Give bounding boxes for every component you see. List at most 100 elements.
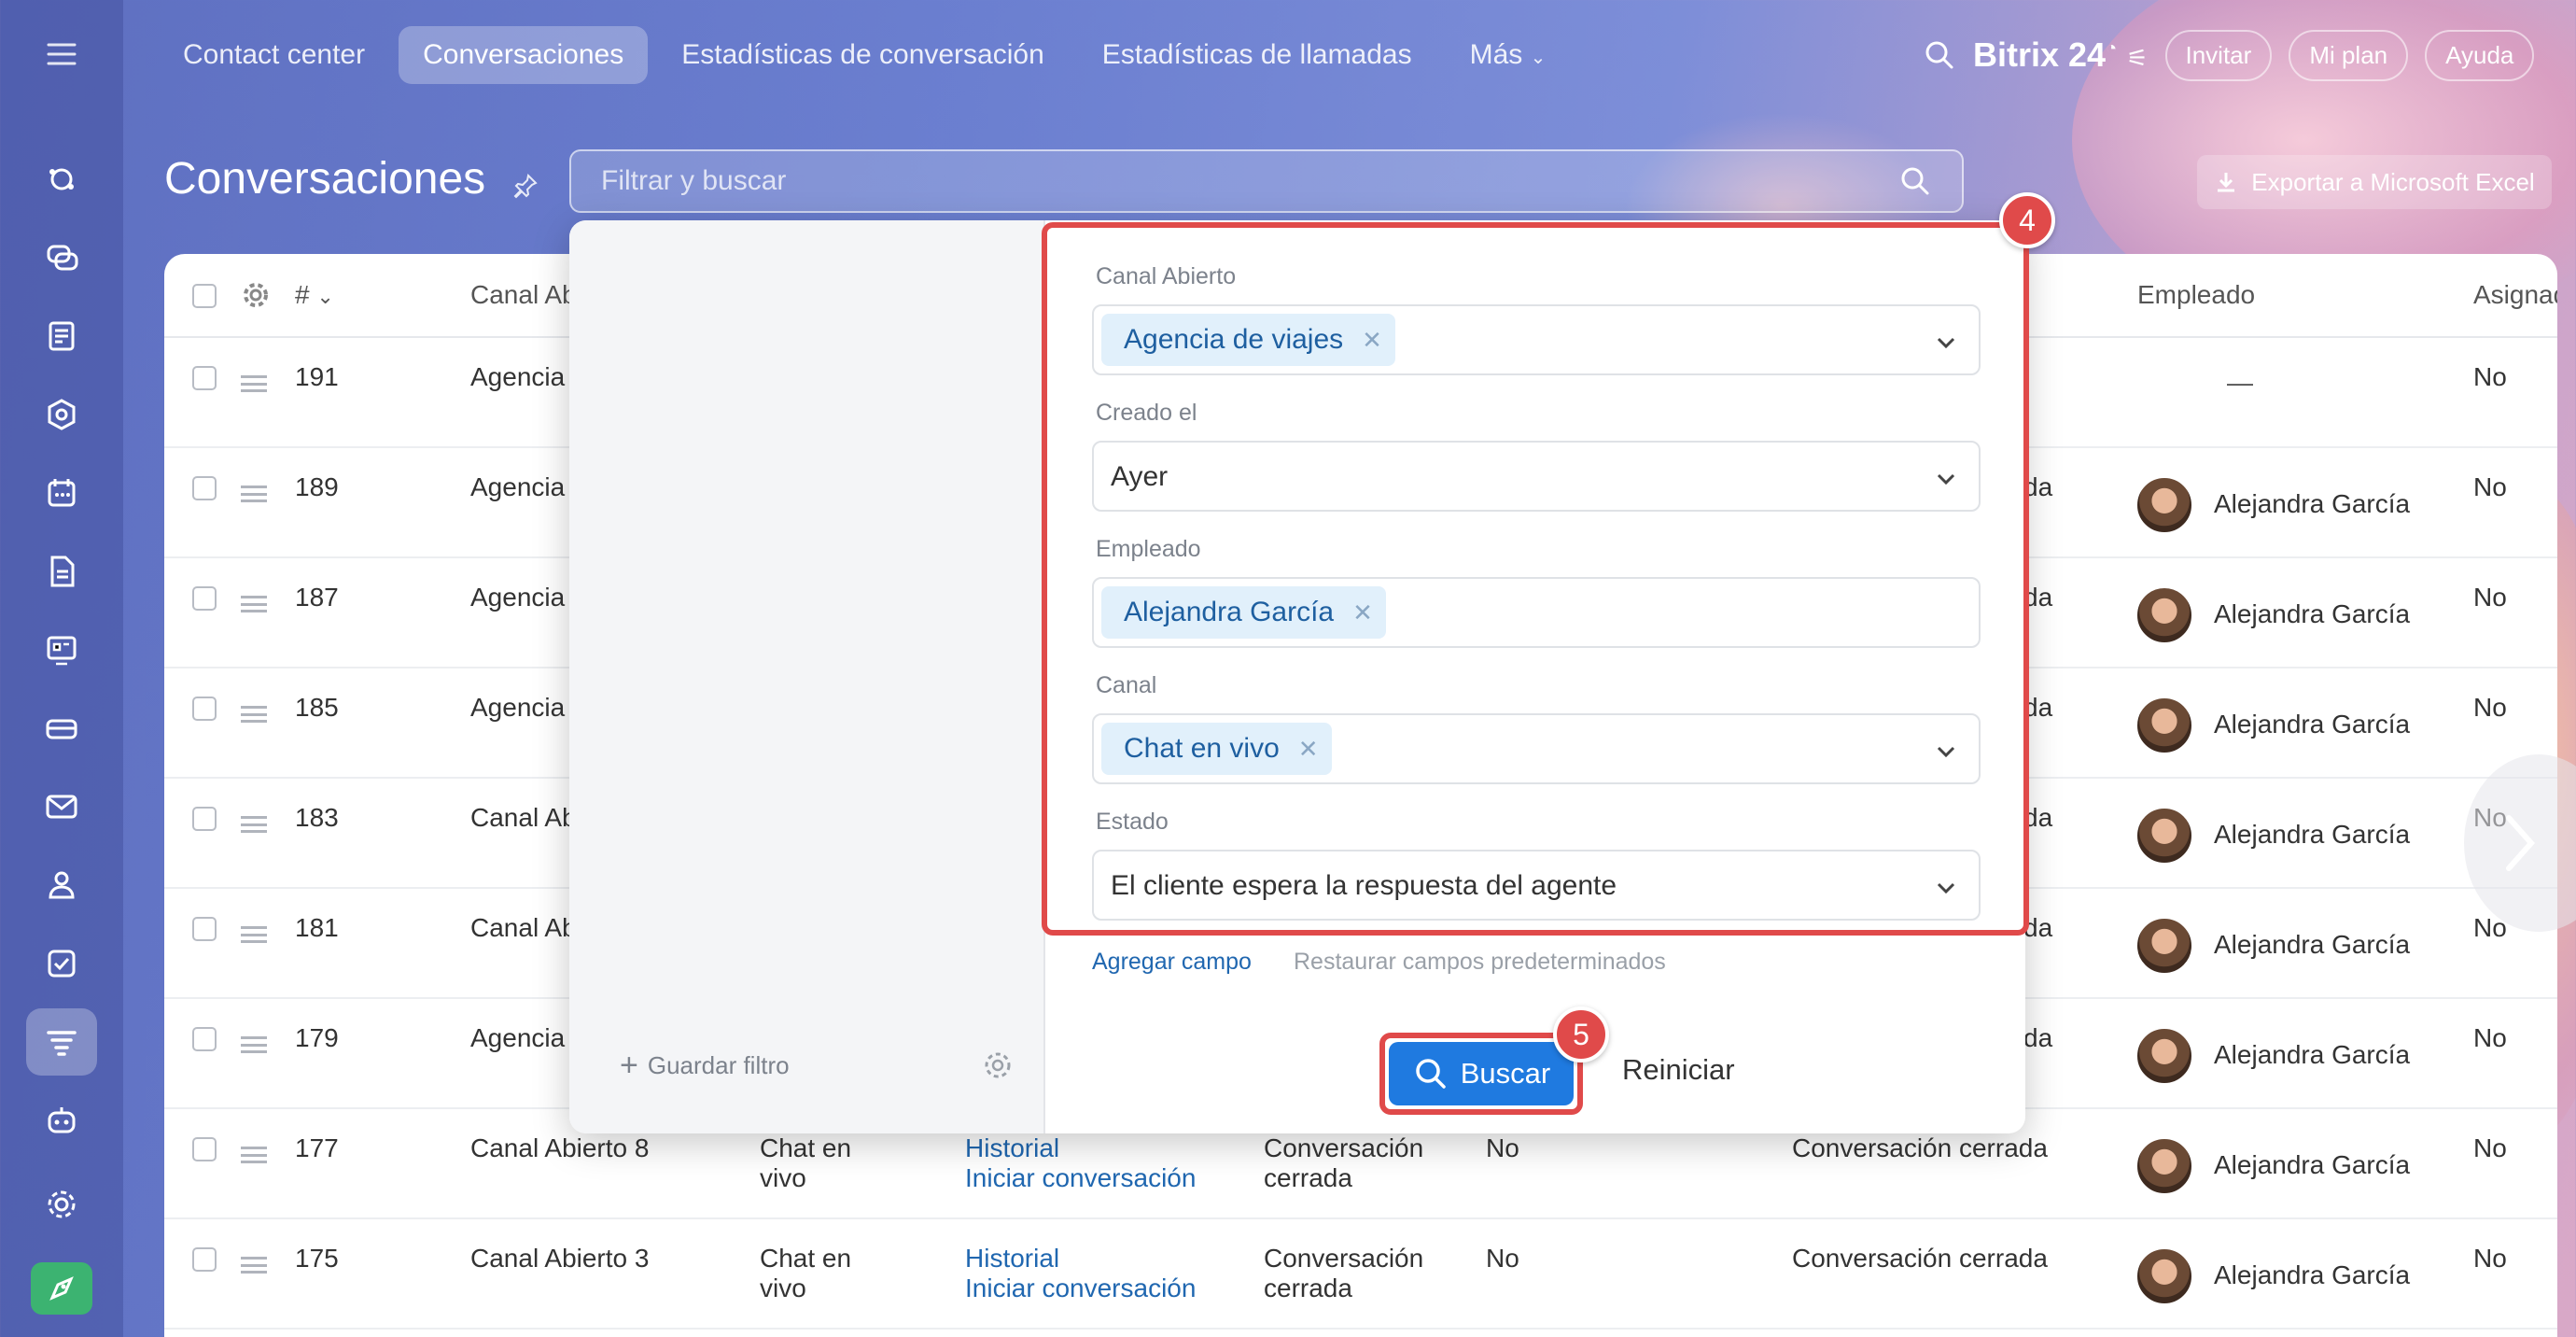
row-checkbox[interactable] xyxy=(192,1027,217,1051)
pin-icon[interactable] xyxy=(511,172,539,200)
nav-contact-center[interactable]: Contact center xyxy=(159,26,389,84)
row-checkbox[interactable] xyxy=(192,917,217,941)
tag-employee[interactable]: Alejandra García ✕ xyxy=(1101,586,1386,639)
select-all-checkbox[interactable] xyxy=(192,284,217,308)
close-icon[interactable]: ✕ xyxy=(1352,598,1373,627)
avatar[interactable] xyxy=(2135,917,2193,975)
close-icon[interactable]: ✕ xyxy=(1298,735,1319,764)
column-assigned[interactable]: Asignado xyxy=(2473,280,2557,310)
search-icon[interactable] xyxy=(1923,38,1956,72)
nav-estadisticas-llamadas[interactable]: Estadísticas de llamadas xyxy=(1078,26,1436,84)
search-button[interactable]: Buscar xyxy=(1389,1042,1574,1105)
avatar[interactable] xyxy=(2135,1137,2193,1195)
drag-handle-icon[interactable] xyxy=(241,926,267,943)
chevron-down-icon[interactable] xyxy=(1934,331,1958,355)
nav-mas[interactable]: Más ⌄ xyxy=(1446,26,1571,84)
close-icon[interactable]: ✕ xyxy=(1362,326,1382,355)
sliders-icon: ⚟ xyxy=(2126,44,2149,72)
document-icon[interactable] xyxy=(26,538,97,605)
chevron-down-icon[interactable] xyxy=(1934,876,1958,900)
clock-icon: ◔ xyxy=(2106,38,2118,59)
crm-icon[interactable] xyxy=(26,381,97,448)
row-employee[interactable]: Alejandra García xyxy=(2214,710,2410,739)
employee-field[interactable]: Alejandra García ✕ xyxy=(1092,577,1981,648)
menu-icon[interactable] xyxy=(26,21,97,88)
search-input[interactable] xyxy=(601,165,1898,197)
save-filter-button[interactable]: + Guardar filtro xyxy=(620,1048,790,1084)
row-checkbox[interactable] xyxy=(192,1247,217,1272)
reset-button[interactable]: Reiniciar xyxy=(1622,1053,1735,1087)
employees-icon[interactable] xyxy=(26,851,97,919)
row-checkbox[interactable] xyxy=(192,697,217,721)
row-employee[interactable]: Alejandra García xyxy=(2214,1040,2410,1070)
nav-conversaciones[interactable]: Conversaciones xyxy=(399,26,649,84)
open-channel-field[interactable]: Agencia de viajes ✕ xyxy=(1092,304,1981,375)
feed-icon[interactable] xyxy=(26,303,97,370)
gear-icon[interactable] xyxy=(241,280,271,310)
drive-icon[interactable] xyxy=(26,695,97,762)
history-link[interactable]: Historial xyxy=(965,1133,1059,1163)
tag-channel[interactable]: Chat en vivo ✕ xyxy=(1101,723,1332,775)
add-field-link[interactable]: Agregar campo xyxy=(1092,949,1252,976)
row-id: 187 xyxy=(295,583,339,612)
channel-field[interactable]: Chat en vivo ✕ xyxy=(1092,713,1981,784)
row-employee[interactable]: Alejandra García xyxy=(2214,930,2410,960)
drag-handle-icon[interactable] xyxy=(241,1257,267,1274)
row-employee[interactable]: Alejandra García xyxy=(2214,599,2410,629)
drag-handle-icon[interactable] xyxy=(241,486,267,502)
avatar[interactable] xyxy=(2135,586,2193,644)
drag-handle-icon[interactable] xyxy=(241,816,267,833)
sites-icon[interactable] xyxy=(26,616,97,683)
drag-handle-icon[interactable] xyxy=(241,1036,267,1053)
row-employee[interactable]: Alejandra García xyxy=(2214,1260,2410,1290)
settings-icon[interactable] xyxy=(26,1171,97,1238)
row-employee[interactable]: Alejandra García xyxy=(2214,820,2410,850)
chat-icon[interactable] xyxy=(26,224,97,291)
row-checkbox[interactable] xyxy=(192,807,217,831)
restore-fields-link[interactable]: Restaurar campos predeterminados xyxy=(1294,949,1666,976)
calendar-icon[interactable] xyxy=(26,459,97,527)
mail-icon[interactable] xyxy=(26,773,97,840)
start-conversation-link[interactable]: Iniciar conversación xyxy=(965,1163,1196,1193)
drag-handle-icon[interactable] xyxy=(241,375,267,392)
chevron-down-icon[interactable] xyxy=(1934,467,1958,491)
status-field[interactable]: El cliente espera la respuesta del agent… xyxy=(1092,850,1981,921)
history-link[interactable]: Historial xyxy=(965,1244,1059,1274)
avatar[interactable] xyxy=(2135,807,2193,865)
rocket-icon[interactable] xyxy=(31,1262,92,1315)
chevron-down-icon[interactable] xyxy=(1934,739,1958,764)
column-employee[interactable]: Empleado xyxy=(2137,280,2255,310)
gear-icon[interactable] xyxy=(982,1049,1014,1081)
drag-handle-icon[interactable] xyxy=(241,706,267,723)
avatar[interactable] xyxy=(2135,1027,2193,1085)
row-checkbox[interactable] xyxy=(192,586,217,611)
start-conversation-link[interactable]: Iniciar conversación xyxy=(965,1274,1196,1303)
invite-button[interactable]: Invitar xyxy=(2164,29,2273,81)
row-employee[interactable]: Alejandra García xyxy=(2214,1150,2410,1180)
export-excel-button[interactable]: Exportar a Microsoft Excel xyxy=(2197,155,2552,209)
created-field[interactable]: Ayer xyxy=(1092,441,1981,512)
chevron-right-icon xyxy=(2506,815,2536,871)
funnel-icon[interactable] xyxy=(26,1008,97,1076)
drag-handle-icon[interactable] xyxy=(241,1147,267,1163)
help-button[interactable]: Ayuda xyxy=(2425,29,2535,81)
nav-estadisticas-conversacion[interactable]: Estadísticas de conversación xyxy=(657,26,1069,84)
row-checkbox[interactable] xyxy=(192,366,217,390)
filter-search-bar[interactable] xyxy=(569,149,1964,213)
column-number[interactable]: # ⌄ xyxy=(295,280,334,310)
avatar[interactable] xyxy=(2135,476,2193,534)
drag-handle-icon[interactable] xyxy=(241,596,267,612)
plan-button[interactable]: Mi plan xyxy=(2289,29,2409,81)
tag-open-channel[interactable]: Agencia de viajes ✕ xyxy=(1101,314,1395,366)
table-row[interactable]: 175 Canal Abierto 3 Chat en vivo Historial In… xyxy=(164,1219,2557,1330)
avatar[interactable] xyxy=(2135,697,2193,754)
avatar[interactable] xyxy=(2135,1247,2193,1305)
brand-logo[interactable]: Bitrix 24◔ ⚟ xyxy=(1973,35,2149,75)
row-employee[interactable]: Alejandra García xyxy=(2214,489,2410,519)
search-icon[interactable] xyxy=(1898,164,1932,198)
robot-icon[interactable] xyxy=(26,1087,97,1154)
row-checkbox[interactable] xyxy=(192,476,217,500)
contact-center-icon[interactable] xyxy=(26,146,97,213)
tasks-icon[interactable] xyxy=(26,930,97,997)
row-checkbox[interactable] xyxy=(192,1137,217,1161)
